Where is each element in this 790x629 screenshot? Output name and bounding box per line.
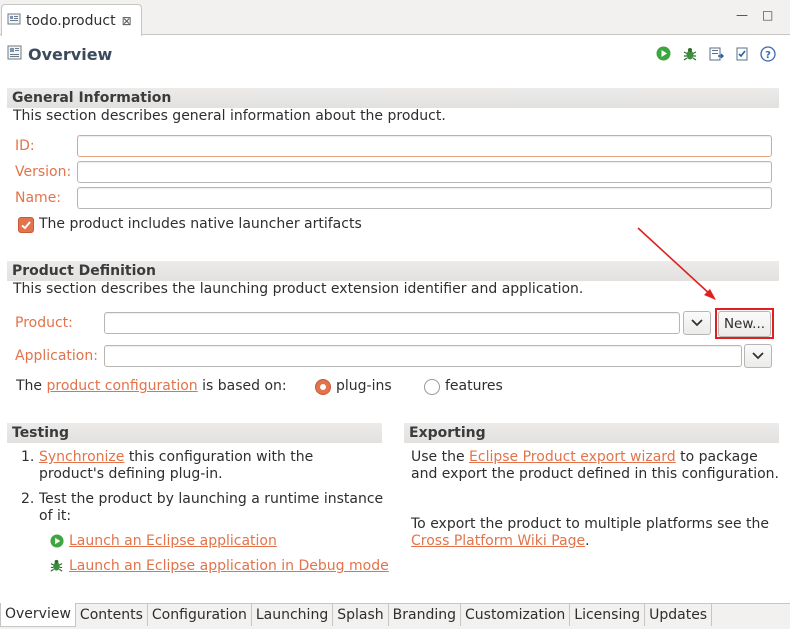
exporting-wiki-suffix: . <box>585 533 590 549</box>
checkmark-icon <box>21 221 31 230</box>
chevron-down-icon <box>691 319 703 327</box>
features-radio-label: features <box>445 378 503 394</box>
chevron-down-icon <box>752 352 764 360</box>
tab-contents[interactable]: Contents <box>76 604 148 626</box>
run-icon[interactable] <box>655 45 672 62</box>
features-radio[interactable] <box>424 379 440 395</box>
testing-step2-line1: Test the product by launching a runtime … <box>39 491 384 507</box>
overview-form-icon <box>7 45 22 64</box>
testing-step2-number: 2. <box>21 491 35 507</box>
name-label: Name: <box>15 190 62 206</box>
launch-debug-row: Launch an Eclipse application in Debug m… <box>69 558 389 575</box>
product-export-wizard-link[interactable]: Eclipse Product export wizard <box>469 449 676 465</box>
testing-step1-text: this configuration with the <box>128 449 314 465</box>
tab-launching[interactable]: Launching <box>252 604 334 626</box>
product-label: Product: <box>15 315 73 331</box>
application-label: Application: <box>15 348 98 364</box>
id-label: ID: <box>15 138 35 154</box>
tab-licensing[interactable]: Licensing <box>570 604 646 626</box>
plugins-radio-label: plug-ins <box>336 378 392 394</box>
testing-heading: Testing <box>7 423 382 443</box>
version-input[interactable] <box>77 161 772 183</box>
product-combo-input[interactable] <box>104 312 680 334</box>
close-icon[interactable]: ⊠ <box>122 14 132 28</box>
product-file-icon <box>7 12 21 30</box>
exporting-line1: Use the Eclipse Product export wizard to… <box>411 449 758 466</box>
tab-configuration[interactable]: Configuration <box>148 604 252 626</box>
application-dropdown-button[interactable] <box>744 344 772 368</box>
testing-step1-number: 1. <box>21 449 35 465</box>
product-dropdown-button[interactable] <box>683 311 711 335</box>
synchronize-link[interactable]: Synchronize <box>39 449 124 465</box>
general-information-heading: General Information <box>7 88 779 108</box>
configuration-basis-text: The product configuration is based on: <box>16 378 287 395</box>
id-input[interactable] <box>77 135 772 157</box>
page-title: Overview <box>28 44 113 64</box>
native-launcher-checkbox[interactable] <box>18 217 34 233</box>
editor-tab-todo-product[interactable]: todo.product ⊠ <box>1 4 142 36</box>
application-combo-input[interactable] <box>104 345 742 367</box>
launch-eclipse-application-link[interactable]: Launch an Eclipse application <box>69 533 277 549</box>
native-launcher-label: The product includes native launcher art… <box>39 216 362 232</box>
minimize-icon[interactable]: — <box>736 8 748 22</box>
testing-step1-line1: Synchronize this configuration with the <box>39 449 313 466</box>
editor-tab-title: todo.product <box>26 12 116 29</box>
maximize-icon[interactable]: □ <box>762 8 773 22</box>
launch-application-row: Launch an Eclipse application <box>69 533 277 550</box>
overview-header: Overview ? <box>0 36 790 72</box>
tab-splash[interactable]: Splash <box>333 604 389 626</box>
svg-text:?: ? <box>765 50 771 61</box>
run-icon <box>50 534 64 552</box>
exporting-line4: Cross Platform Wiki Page. <box>411 533 590 550</box>
exporting-line1-suffix: to package <box>680 449 758 465</box>
validate-icon[interactable] <box>733 45 750 62</box>
debug-icon[interactable] <box>681 45 698 62</box>
editor-page-tabs: Overview Contents Configuration Launchin… <box>0 603 790 629</box>
product-configuration-link[interactable]: product configuration <box>47 378 198 394</box>
debug-icon <box>49 558 64 577</box>
help-icon[interactable]: ? <box>759 45 776 62</box>
plugins-radio[interactable] <box>315 379 331 395</box>
testing-step1-line2: product's defining plug-in. <box>39 466 223 482</box>
tab-updates[interactable]: Updates <box>645 604 713 626</box>
form-toolbar: ? <box>655 45 776 62</box>
version-label: Version: <box>15 164 72 180</box>
product-definition-description: This section describes the launching pro… <box>13 281 584 297</box>
exporting-line2: and export the product defined in this c… <box>411 466 779 482</box>
new-product-button[interactable]: New... <box>718 311 771 337</box>
general-information-description: This section describes general informati… <box>13 108 446 124</box>
annotation-arrow <box>637 227 716 300</box>
testing-step2-line2: of it: <box>39 508 72 524</box>
cross-platform-wiki-link[interactable]: Cross Platform Wiki Page <box>411 533 585 549</box>
launch-debug-mode-link[interactable]: Launch an Eclipse application in Debug m… <box>69 558 389 574</box>
configuration-prefix: The <box>16 378 43 394</box>
exporting-line3: To export the product to multiple platfo… <box>411 516 770 532</box>
exporting-heading: Exporting <box>404 423 779 443</box>
export-icon[interactable] <box>707 45 724 62</box>
exporting-line1-prefix: Use the <box>411 449 465 465</box>
tab-overview[interactable]: Overview <box>0 603 76 627</box>
tab-branding[interactable]: Branding <box>389 604 461 626</box>
name-input[interactable] <box>77 187 772 209</box>
tab-customization[interactable]: Customization <box>461 604 571 626</box>
editor-tabbar: todo.product ⊠ — □ <box>0 0 790 36</box>
configuration-suffix: is based on: <box>202 378 287 394</box>
